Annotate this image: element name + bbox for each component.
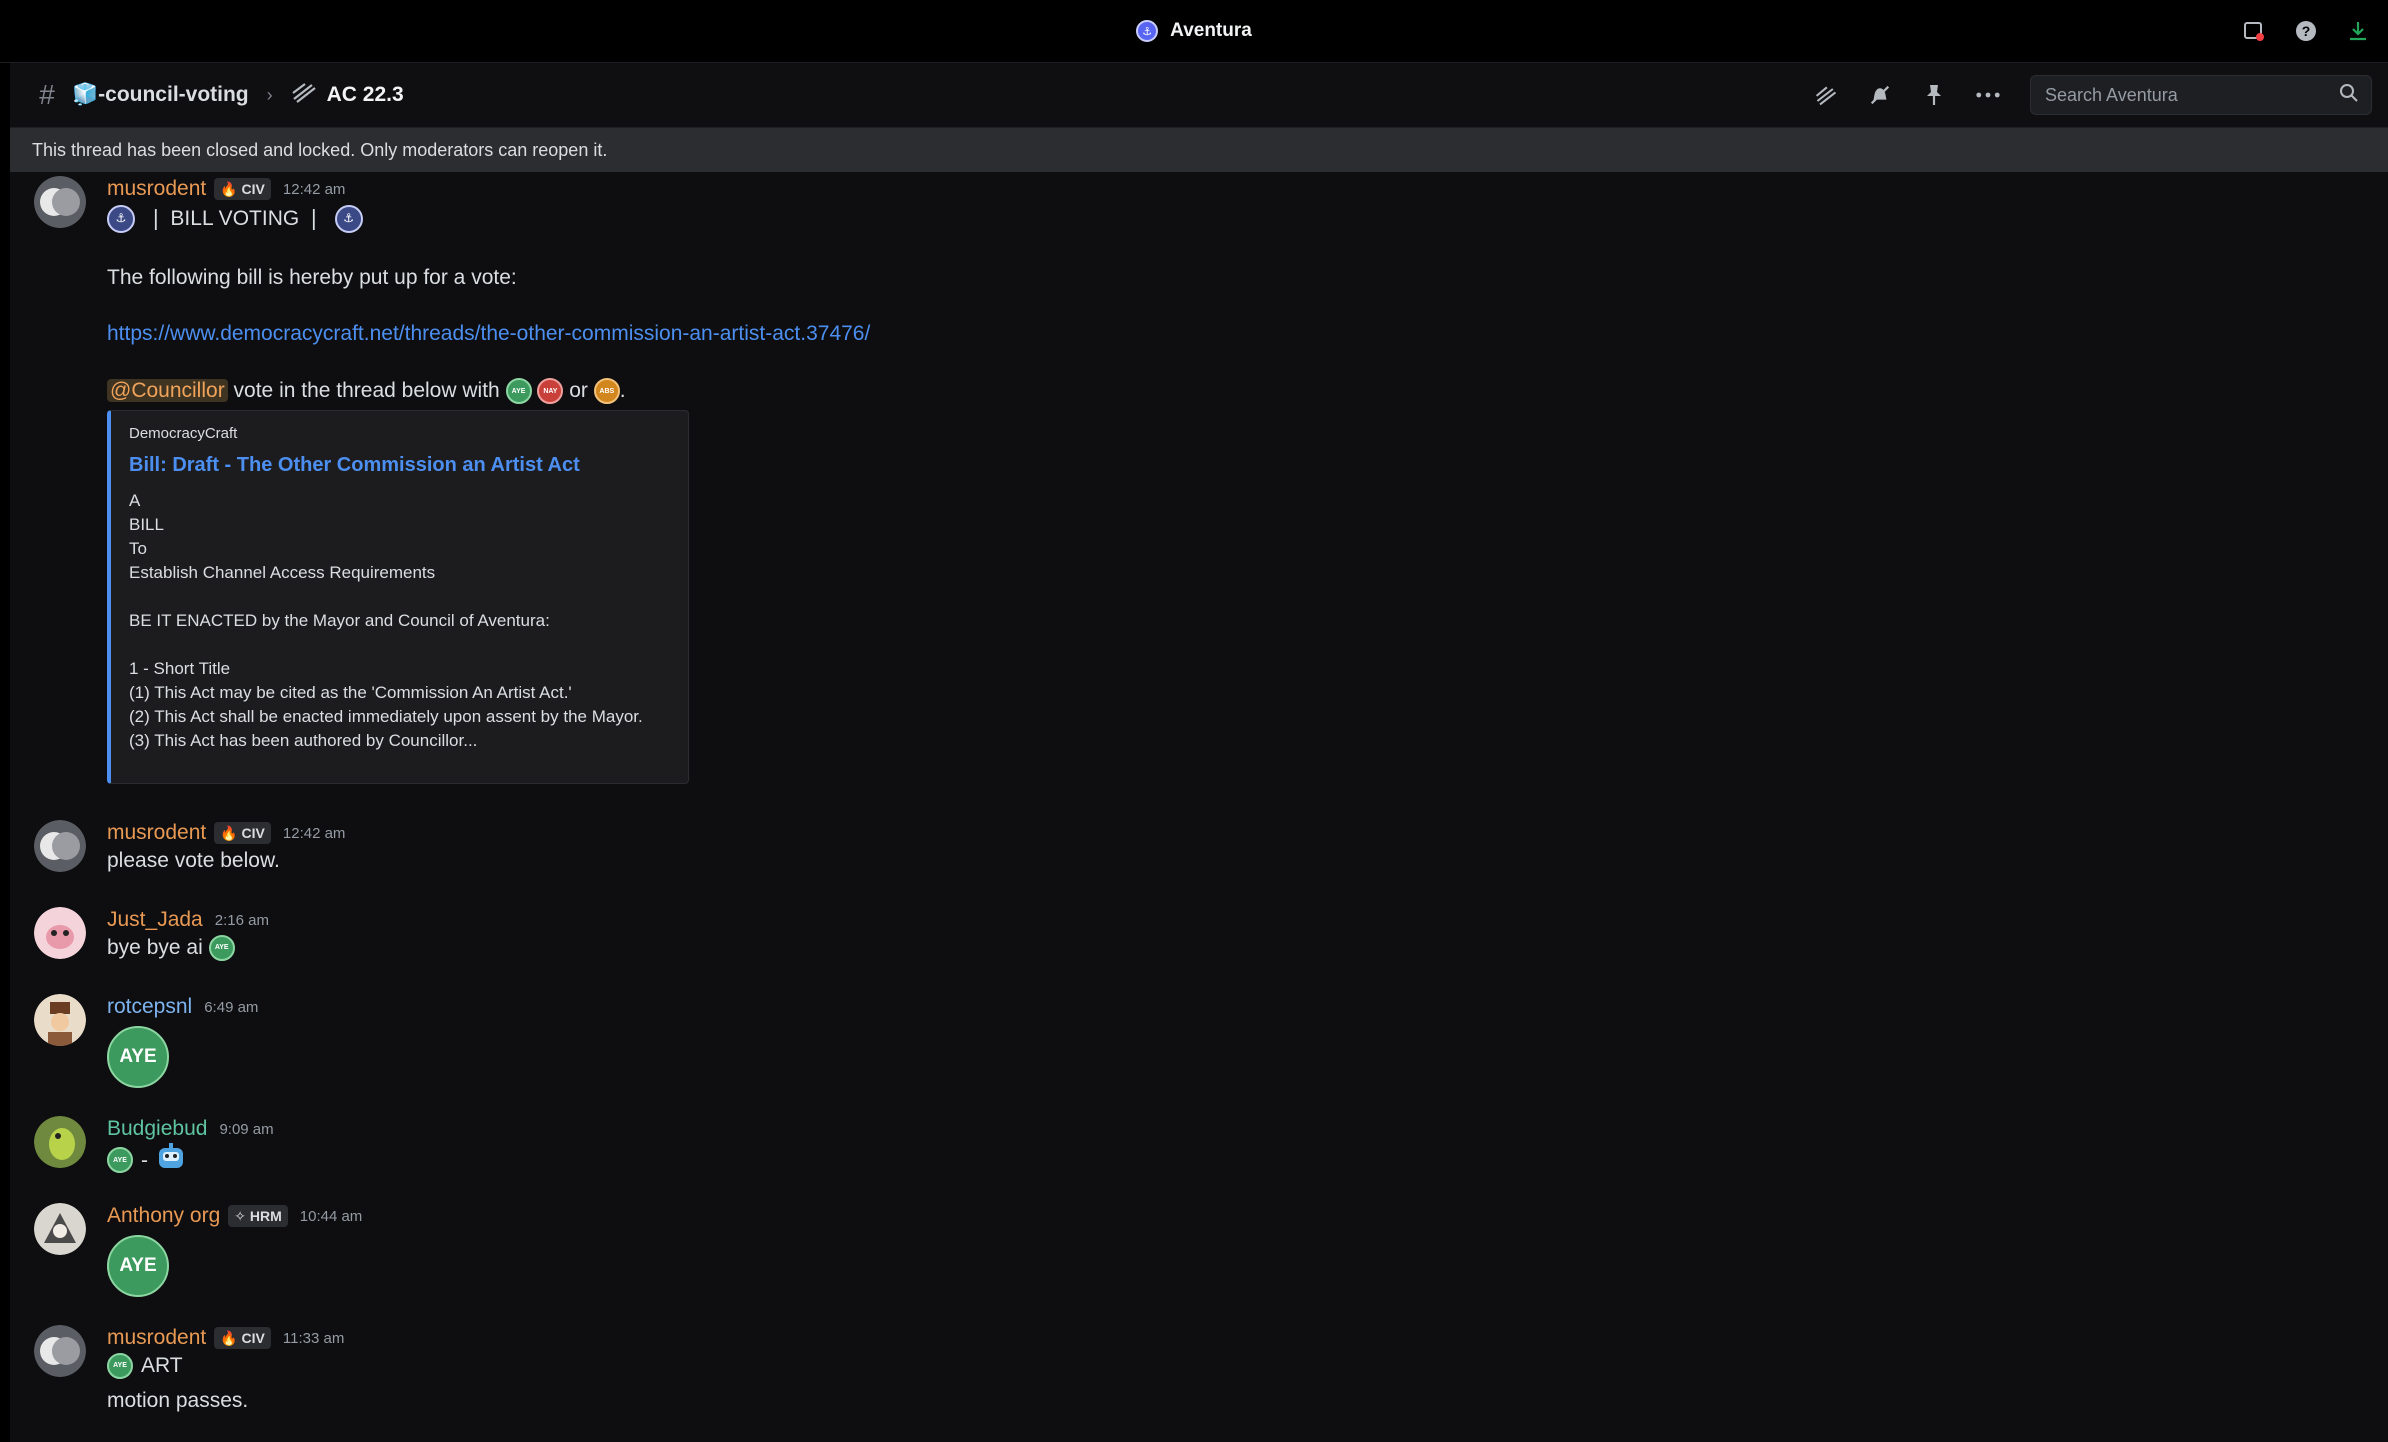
abs-emoji-icon: ABS [593, 378, 620, 405]
username[interactable]: Just_Jada [107, 908, 203, 932]
username[interactable]: Budgiebud [107, 1117, 207, 1141]
help-icon[interactable]: ? [2294, 19, 2318, 43]
avatar[interactable] [34, 1116, 86, 1168]
bill-link[interactable]: https://www.democracycraft.net/threads/t… [107, 322, 870, 345]
message-text: - [141, 1148, 148, 1172]
locked-thread-banner: This thread has been closed and locked. … [10, 128, 2388, 172]
search-icon[interactable] [2339, 83, 2359, 108]
username[interactable]: rotcepsnl [107, 995, 192, 1019]
avatar[interactable] [34, 907, 86, 959]
aye-emoji-icon: AYE [107, 1352, 133, 1379]
username[interactable]: musrodent [107, 821, 206, 845]
locked-thread-text: This thread has been closed and locked. … [32, 139, 608, 160]
aye-emoji-icon: AYE [107, 1147, 133, 1173]
thread-icon [291, 81, 317, 109]
nay-emoji-icon: NAY [537, 378, 564, 405]
message-text: motion passes. [107, 1389, 249, 1412]
role-tag: 🔥 CIV [214, 1327, 271, 1349]
thread-name: AC 22.3 [326, 83, 404, 106]
timestamp: 12:42 am [282, 824, 346, 842]
message-text: bye bye ai [107, 936, 203, 959]
timestamp: 12:42 am [282, 180, 346, 198]
channel-name[interactable]: 🧊-council-voting [72, 83, 249, 107]
download-icon[interactable] [2346, 19, 2370, 43]
embed-title[interactable]: Bill: Draft - The Other Commission an Ar… [129, 454, 670, 477]
pin-icon[interactable] [1922, 83, 1946, 107]
left-edge [0, 63, 10, 1442]
aye-emoji-icon: AYE [107, 1235, 169, 1297]
avatar[interactable] [34, 1203, 86, 1255]
link-embed: DemocracyCraft Bill: Draft - The Other C… [107, 410, 689, 784]
aye-emoji-icon: AYE [107, 1026, 169, 1088]
embed-description: A BILL To Establish Channel Access Requi… [129, 491, 643, 750]
username[interactable]: musrodent [107, 1326, 206, 1350]
avatar[interactable] [34, 820, 86, 872]
more-icon[interactable] [1976, 83, 2000, 107]
bill-voting-heading: ❘ BILL VOTING ❘ [147, 207, 323, 230]
timestamp: 11:33 am [282, 1329, 345, 1347]
message-text: The following bill is hereby put up for … [107, 266, 517, 289]
threads-icon[interactable] [1814, 83, 1838, 107]
thread-hash-icon: # [39, 79, 55, 110]
timestamp: 9:09 am [219, 1120, 274, 1138]
breadcrumb: # 🧊-council-voting › AC 22.3 [32, 79, 404, 111]
server-icon: ⚓ [1136, 20, 1159, 42]
aye-emoji-icon: AYE [208, 934, 235, 961]
chevron-right-icon: › [266, 84, 273, 105]
inbox-icon[interactable] [2242, 19, 2266, 43]
timestamp: 10:44 am [299, 1207, 363, 1225]
title-bar: ⚓ Aventura ? [0, 0, 2388, 63]
search-input[interactable] [2043, 83, 2317, 107]
message-text: please vote below. [107, 849, 280, 872]
avatar[interactable] [34, 994, 86, 1046]
role-tag: 🔥 CIV [214, 178, 271, 200]
channel-header: # 🧊-council-voting › AC 22.3 [10, 63, 2388, 128]
role-mention[interactable]: @Councillor [107, 379, 228, 402]
period-text: . [619, 379, 626, 402]
svg-text:?: ? [2302, 23, 2311, 39]
aventura-emblem-icon: ⚓ [334, 204, 363, 233]
message-list: musrodent 🔥 CIV 12:42 am ⚓ ❘ BILL VOTING… [10, 172, 2388, 1442]
role-tag: ✧ HRM [228, 1205, 288, 1227]
username[interactable]: musrodent [107, 177, 206, 201]
avatar[interactable] [34, 176, 86, 228]
art-text: ART [141, 1354, 183, 1377]
search-box[interactable] [2030, 75, 2372, 115]
role-tag: 🔥 CIV [214, 822, 271, 844]
robot-emoji-icon [156, 1142, 186, 1178]
timestamp: 2:16 am [214, 911, 269, 929]
aventura-emblem-icon: ⚓ [107, 204, 135, 233]
avatar[interactable] [34, 1325, 86, 1377]
username[interactable]: Anthony org [107, 1204, 220, 1228]
timestamp: 6:49 am [204, 998, 259, 1016]
notification-muted-icon[interactable] [1868, 83, 1892, 107]
window-title: Aventura [1170, 20, 1252, 41]
aye-emoji-icon: AYE [505, 378, 532, 405]
or-text: or [569, 379, 588, 402]
vote-instruction: vote in the thread below with [233, 379, 500, 402]
embed-provider: DemocracyCraft [129, 425, 238, 442]
